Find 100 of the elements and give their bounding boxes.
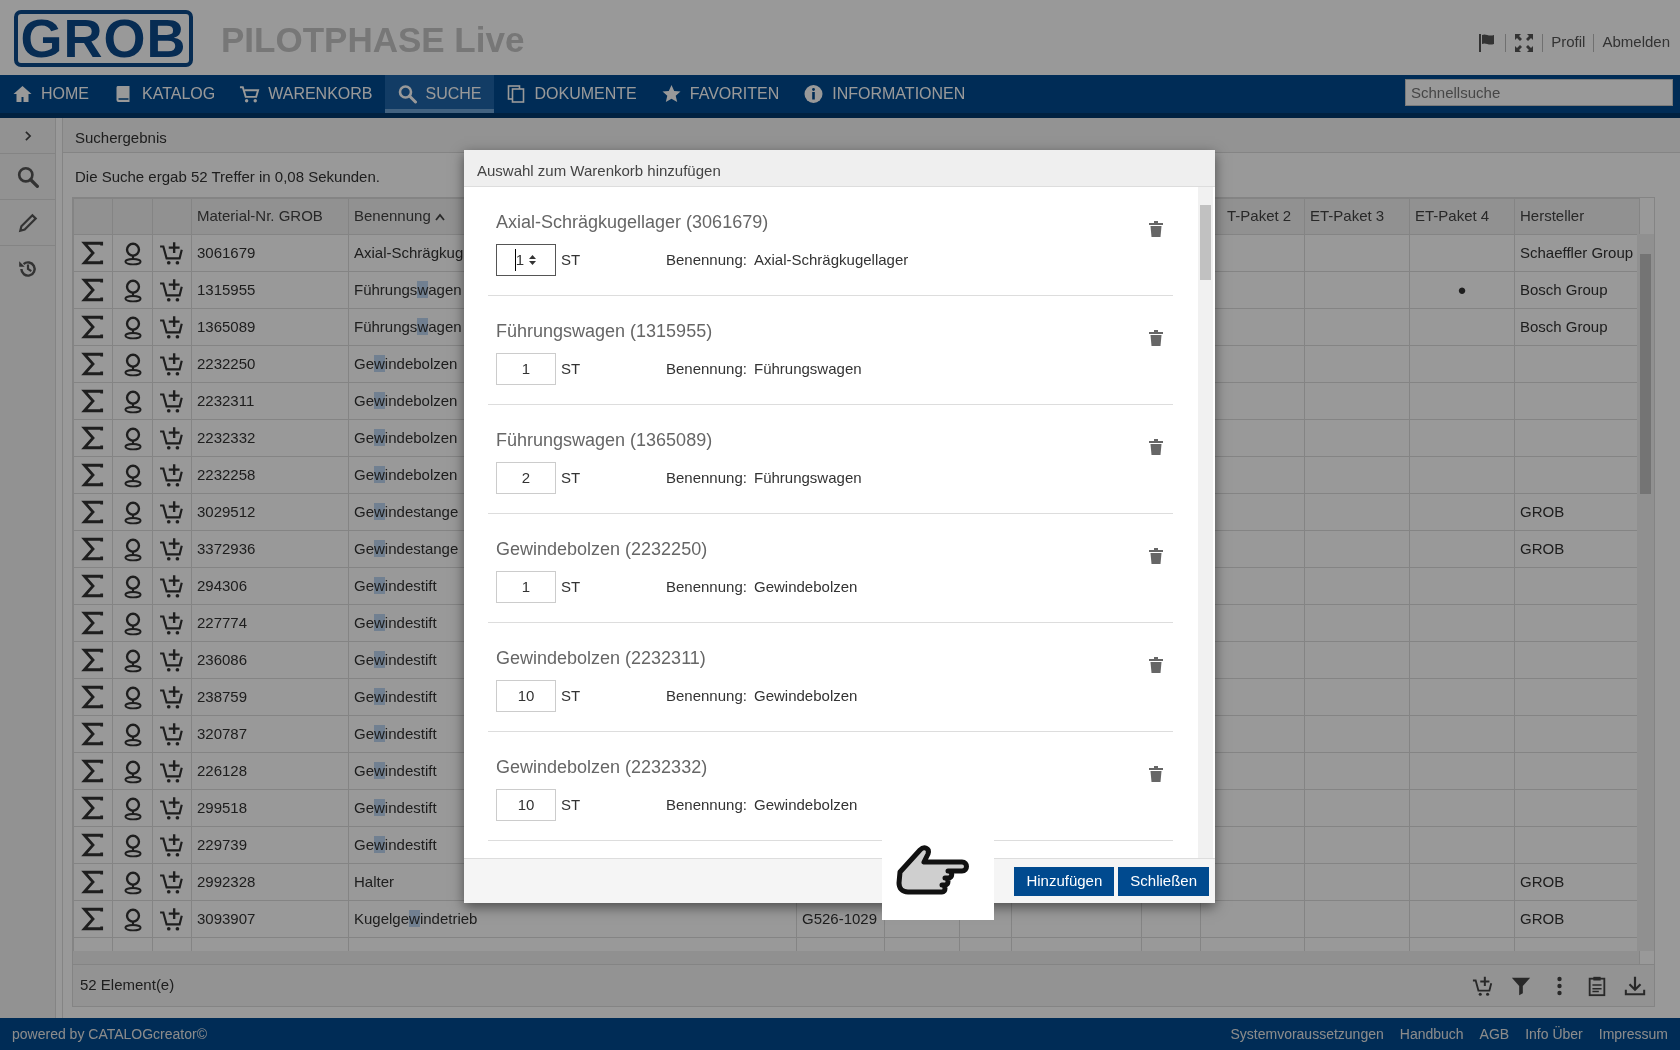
sigma-icon[interactable] [80, 573, 106, 599]
spinner-arrows-icon[interactable] [528, 253, 538, 267]
footer-link[interactable]: Systemvoraussetzungen [1230, 1023, 1384, 1045]
cart-plus-icon[interactable] [159, 721, 185, 747]
nav-tab[interactable]: FAVORITEN [648, 75, 792, 113]
cart-plus-icon[interactable] [159, 758, 185, 784]
pencil-icon[interactable] [16, 211, 39, 234]
table-cell: 2992328 [197, 872, 256, 890]
vertical-scrollbar[interactable] [1637, 234, 1654, 951]
sigma-icon[interactable] [80, 721, 106, 747]
cart-plus-icon[interactable] [159, 351, 185, 377]
table-cell: 294306 [197, 576, 248, 594]
table-cell: Schaeffler Group [1520, 243, 1634, 261]
column-header[interactable]: Benennung [354, 205, 445, 228]
header-link[interactable]: Abmelden [1602, 31, 1670, 54]
quantity-field[interactable]: 10 [496, 789, 556, 821]
sigma-icon[interactable] [80, 425, 106, 451]
cart-plus-icon[interactable] [159, 462, 185, 488]
quantity-field[interactable]: 1 [496, 571, 556, 603]
trash-icon[interactable] [1149, 766, 1163, 782]
star-icon [660, 84, 682, 104]
sigma-icon[interactable] [80, 684, 106, 710]
result-summary: Die Suche ergab 52 Treffer in 0,08 Sekunden. [75, 168, 380, 185]
footer-link[interactable]: Impressum [1598, 1023, 1668, 1045]
cart-plus-icon[interactable] [159, 610, 185, 636]
table-cell: 238759 [197, 687, 248, 705]
footer-link[interactable]: AGB [1479, 1023, 1510, 1045]
nav-tab[interactable]: WARENKORB [227, 75, 385, 113]
table-cell: Bosch Group [1520, 317, 1608, 335]
nav-tab[interactable]: KATALOG [101, 75, 228, 113]
quantity-field[interactable]: 10 [496, 680, 556, 712]
quantity-field[interactable]: 1 [496, 244, 556, 276]
field-value: Axial-Schrägkugellager [754, 249, 909, 270]
field-value: Gewindebolzen [754, 794, 858, 815]
sigma-icon[interactable] [80, 832, 106, 858]
cart-plus-icon[interactable] [159, 573, 185, 599]
cart-plus-icon[interactable] [159, 425, 185, 451]
nav-tab[interactable]: DOKUMENTE [493, 75, 649, 113]
cart-plus-icon[interactable] [159, 684, 185, 710]
sigma-icon[interactable] [80, 240, 106, 266]
cart-plus-icon[interactable] [159, 388, 185, 414]
logo[interactable]: GROB [14, 10, 193, 67]
sigma-icon[interactable] [80, 536, 106, 562]
item-title: Führungswagen (1315955) [496, 320, 713, 343]
sigma-icon[interactable] [80, 869, 106, 895]
table-cell: Gewindestange [354, 502, 459, 520]
fullscreen-icon[interactable] [1514, 32, 1535, 53]
trash-icon[interactable] [1149, 439, 1163, 455]
nav-tab[interactable]: HOME [0, 75, 101, 113]
home-icon [12, 84, 33, 104]
nav-tab[interactable]: INFORMATIONEN [791, 75, 978, 113]
table-cell: Gewindestift [354, 835, 437, 853]
quick-search-field[interactable]: Schnellsuche [1405, 79, 1673, 106]
cart-plus-icon[interactable] [159, 314, 185, 340]
sigma-icon[interactable] [80, 610, 106, 636]
table-cell: Gewindestift [354, 724, 437, 742]
sigma-icon[interactable] [80, 277, 106, 303]
quantity-field[interactable]: 1 [496, 353, 556, 385]
cart-plus-icon[interactable] [159, 277, 185, 303]
trash-icon[interactable] [1149, 221, 1163, 237]
trash-icon[interactable] [1149, 657, 1163, 673]
table-cell: Bosch Group [1520, 280, 1608, 298]
cart-plus-icon[interactable] [159, 869, 185, 895]
cart-plus-icon[interactable] [159, 536, 185, 562]
cart-plus-icon[interactable] [159, 906, 185, 932]
table-cell: Axial-Schrägkug [354, 243, 464, 261]
sigma-icon[interactable] [80, 906, 106, 932]
search-icon[interactable] [16, 165, 39, 188]
footer-link[interactable]: Info Über [1525, 1023, 1583, 1045]
sigma-icon[interactable] [80, 499, 106, 525]
table-cell: Gewindebolzen [354, 354, 458, 372]
cart-plus-icon[interactable] [159, 499, 185, 525]
field-label: Benennung: [666, 794, 748, 815]
table-cell: 2232332 [197, 428, 256, 446]
table-cell: Führungswagen [354, 280, 462, 298]
cart-plus-icon[interactable] [159, 795, 185, 821]
table-cell: 3372936 [197, 539, 256, 557]
sigma-icon[interactable] [80, 758, 106, 784]
unit-label: ST [561, 576, 582, 597]
footer-link[interactable]: Handbuch [1399, 1023, 1464, 1045]
cart-plus-icon[interactable] [159, 647, 185, 673]
dialog-scrollbar[interactable] [1198, 187, 1213, 858]
table-cell: 236086 [197, 650, 248, 668]
history-icon[interactable] [16, 258, 39, 280]
sigma-icon[interactable] [80, 647, 106, 673]
sigma-icon[interactable] [80, 795, 106, 821]
cart-plus-icon[interactable] [159, 832, 185, 858]
dialog-button[interactable]: Hinzufügen [1014, 866, 1115, 896]
sigma-icon[interactable] [80, 314, 106, 340]
nav-tab[interactable]: SUCHE [384, 75, 494, 113]
field-value: Führungswagen [754, 358, 862, 379]
trash-icon[interactable] [1149, 548, 1163, 564]
trash-icon[interactable] [1149, 330, 1163, 346]
quantity-field[interactable]: 2 [496, 462, 556, 494]
sigma-icon[interactable] [80, 351, 106, 377]
dialog-button[interactable]: Schließen [1118, 866, 1209, 896]
cart-plus-icon[interactable] [159, 240, 185, 266]
sigma-icon[interactable] [80, 388, 106, 414]
header-link[interactable]: Profil [1551, 31, 1586, 54]
sigma-icon[interactable] [80, 462, 106, 488]
